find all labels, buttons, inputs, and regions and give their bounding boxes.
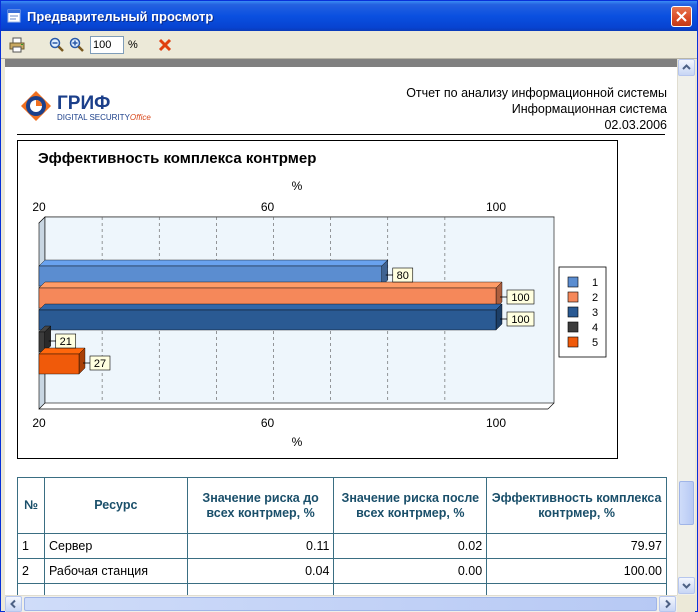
col-header-number[interactable]: № bbox=[17, 477, 45, 534]
vertical-scroll-thumb[interactable] bbox=[679, 481, 694, 525]
cell-risk-before: 0.04 bbox=[186, 558, 335, 584]
title-bar[interactable]: Предварительный просмотр bbox=[1, 1, 697, 31]
cell-number: 2 bbox=[17, 558, 45, 584]
col-header-efficiency[interactable]: Эффективность комплекса контрмер, % bbox=[486, 477, 667, 534]
tick-label-bottom: 100 bbox=[486, 416, 506, 430]
legend-box bbox=[558, 266, 607, 358]
cell-efficiency: 100.00 bbox=[486, 558, 667, 584]
scrollbar-corner bbox=[677, 595, 695, 612]
cell-risk-before: 0.11 bbox=[186, 533, 335, 559]
scroll-right-button[interactable] bbox=[659, 596, 676, 612]
scroll-down-button[interactable] bbox=[678, 577, 695, 594]
cell-efficiency: 79.97 bbox=[486, 533, 667, 559]
zoom-out-icon[interactable] bbox=[49, 37, 65, 53]
tick-label-bottom: 20 bbox=[32, 416, 46, 430]
axis-label-bottom: % bbox=[292, 435, 303, 449]
zoom-in-icon[interactable] bbox=[69, 37, 85, 53]
legend-swatch bbox=[567, 336, 579, 348]
zoom-unit-label: % bbox=[128, 39, 138, 51]
table-header-row: № Ресурс Значение риска до всех контрмер… bbox=[17, 477, 667, 534]
scroll-up-button[interactable] bbox=[678, 59, 695, 76]
chevron-down-icon bbox=[682, 583, 691, 589]
data-label: 21 bbox=[60, 336, 72, 348]
bar-top-face bbox=[38, 347, 86, 355]
cell-risk-after: 0.02 bbox=[333, 533, 488, 559]
tick-label-top: 100 bbox=[486, 200, 506, 214]
bar-top-face bbox=[38, 303, 503, 311]
results-table: № Ресурс Значение риска до всех контрмер… bbox=[17, 477, 667, 595]
window-close-button[interactable] bbox=[671, 6, 692, 27]
col-header-risk-after[interactable]: Значение риска после всех контрмер, % bbox=[333, 477, 488, 534]
tick-label-top: 20 bbox=[32, 200, 46, 214]
report-date: 02.03.2006 bbox=[604, 118, 667, 132]
legend-label: 2 bbox=[592, 292, 598, 304]
preview-window: Предварительный просмотр % bbox=[0, 0, 698, 612]
report-header: Отчет по анализу информационной системы … bbox=[406, 85, 667, 133]
window-title: Предварительный просмотр bbox=[27, 9, 214, 24]
grif-logo-icon bbox=[21, 91, 51, 121]
results-table-wrap: № Ресурс Значение риска до всех контрмер… bbox=[17, 477, 667, 595]
legend-label: 5 bbox=[592, 337, 598, 349]
cell-resource: Сервер bbox=[43, 533, 188, 559]
horizontal-scrollbar[interactable] bbox=[5, 595, 677, 612]
logo-subtitle-text: DIGITAL SECURITY bbox=[57, 113, 130, 122]
chart-frame: Эффективность комплекса контрмер 20 20 60 6… bbox=[17, 140, 618, 459]
bar-3 bbox=[38, 309, 497, 331]
legend-label: 1 bbox=[592, 277, 598, 289]
cell-empty bbox=[333, 583, 488, 595]
legend-swatch bbox=[567, 291, 579, 303]
table-row-partial[interactable] bbox=[17, 583, 667, 595]
legend-label: 3 bbox=[592, 307, 598, 319]
chevron-right-icon bbox=[665, 599, 671, 609]
toolbar: % bbox=[1, 31, 697, 59]
chevron-up-icon bbox=[682, 64, 691, 70]
col-header-resource[interactable]: Ресурс bbox=[43, 477, 188, 534]
vertical-scrollbar[interactable] bbox=[677, 59, 695, 595]
logo-subtitle: DIGITAL SECURITYOffice bbox=[57, 113, 151, 122]
data-label: 27 bbox=[94, 358, 106, 370]
cell-empty bbox=[486, 583, 667, 595]
report-system-name: Информационная система bbox=[511, 102, 667, 116]
print-icon[interactable] bbox=[9, 37, 25, 53]
header-divider bbox=[17, 134, 665, 135]
bar-chart: 20 20 60 60 100 100 80 100 100 21 27 1 2 3 4 5 % % bbox=[32, 179, 607, 449]
legend-swatch bbox=[567, 306, 579, 318]
zoom-input[interactable] bbox=[90, 36, 124, 54]
legend-swatch bbox=[567, 276, 579, 288]
bar-top-face bbox=[38, 281, 503, 289]
chevron-left-icon bbox=[10, 599, 16, 609]
tick-label-top: 60 bbox=[261, 200, 275, 214]
app-window-icon bbox=[7, 9, 21, 23]
grif-logo: ГРИФ DIGITAL SECURITYOffice bbox=[19, 89, 179, 125]
bar-5 bbox=[38, 353, 80, 375]
legend-label: 4 bbox=[592, 322, 598, 334]
close-icon bbox=[676, 11, 687, 22]
cell-empty bbox=[17, 583, 45, 595]
cell-risk-after: 0.00 bbox=[333, 558, 488, 584]
cell-empty bbox=[43, 583, 188, 595]
legend-swatch bbox=[567, 321, 579, 333]
data-label: 100 bbox=[511, 314, 529, 326]
bar-top-face bbox=[38, 259, 389, 267]
axis-label-top: % bbox=[292, 179, 303, 193]
data-label: 80 bbox=[397, 270, 409, 282]
tick-label-bottom: 60 bbox=[261, 416, 275, 430]
table-row[interactable]: 2 Рабочая станция 0.04 0.00 100.00 bbox=[17, 558, 667, 584]
scroll-left-button[interactable] bbox=[5, 596, 22, 612]
horizontal-scroll-thumb[interactable] bbox=[24, 597, 657, 611]
close-red-x-icon[interactable] bbox=[157, 37, 173, 53]
report-title: Отчет по анализу информационной системы bbox=[406, 86, 667, 100]
page-top-border bbox=[5, 59, 695, 67]
table-row[interactable]: 1 Сервер 0.11 0.02 79.97 bbox=[17, 533, 667, 559]
cell-resource: Рабочая станция bbox=[43, 558, 188, 584]
col-header-risk-before[interactable]: Значение риска до всех контрмер, % bbox=[186, 477, 335, 534]
logo-office-text: Office bbox=[129, 113, 151, 122]
data-label: 100 bbox=[511, 292, 529, 304]
report-viewport[interactable]: ГРИФ DIGITAL SECURITYOffice Отчет по ана… bbox=[5, 67, 677, 595]
cell-empty bbox=[186, 583, 335, 595]
cell-number: 1 bbox=[17, 533, 45, 559]
logo-title: ГРИФ bbox=[57, 93, 111, 114]
